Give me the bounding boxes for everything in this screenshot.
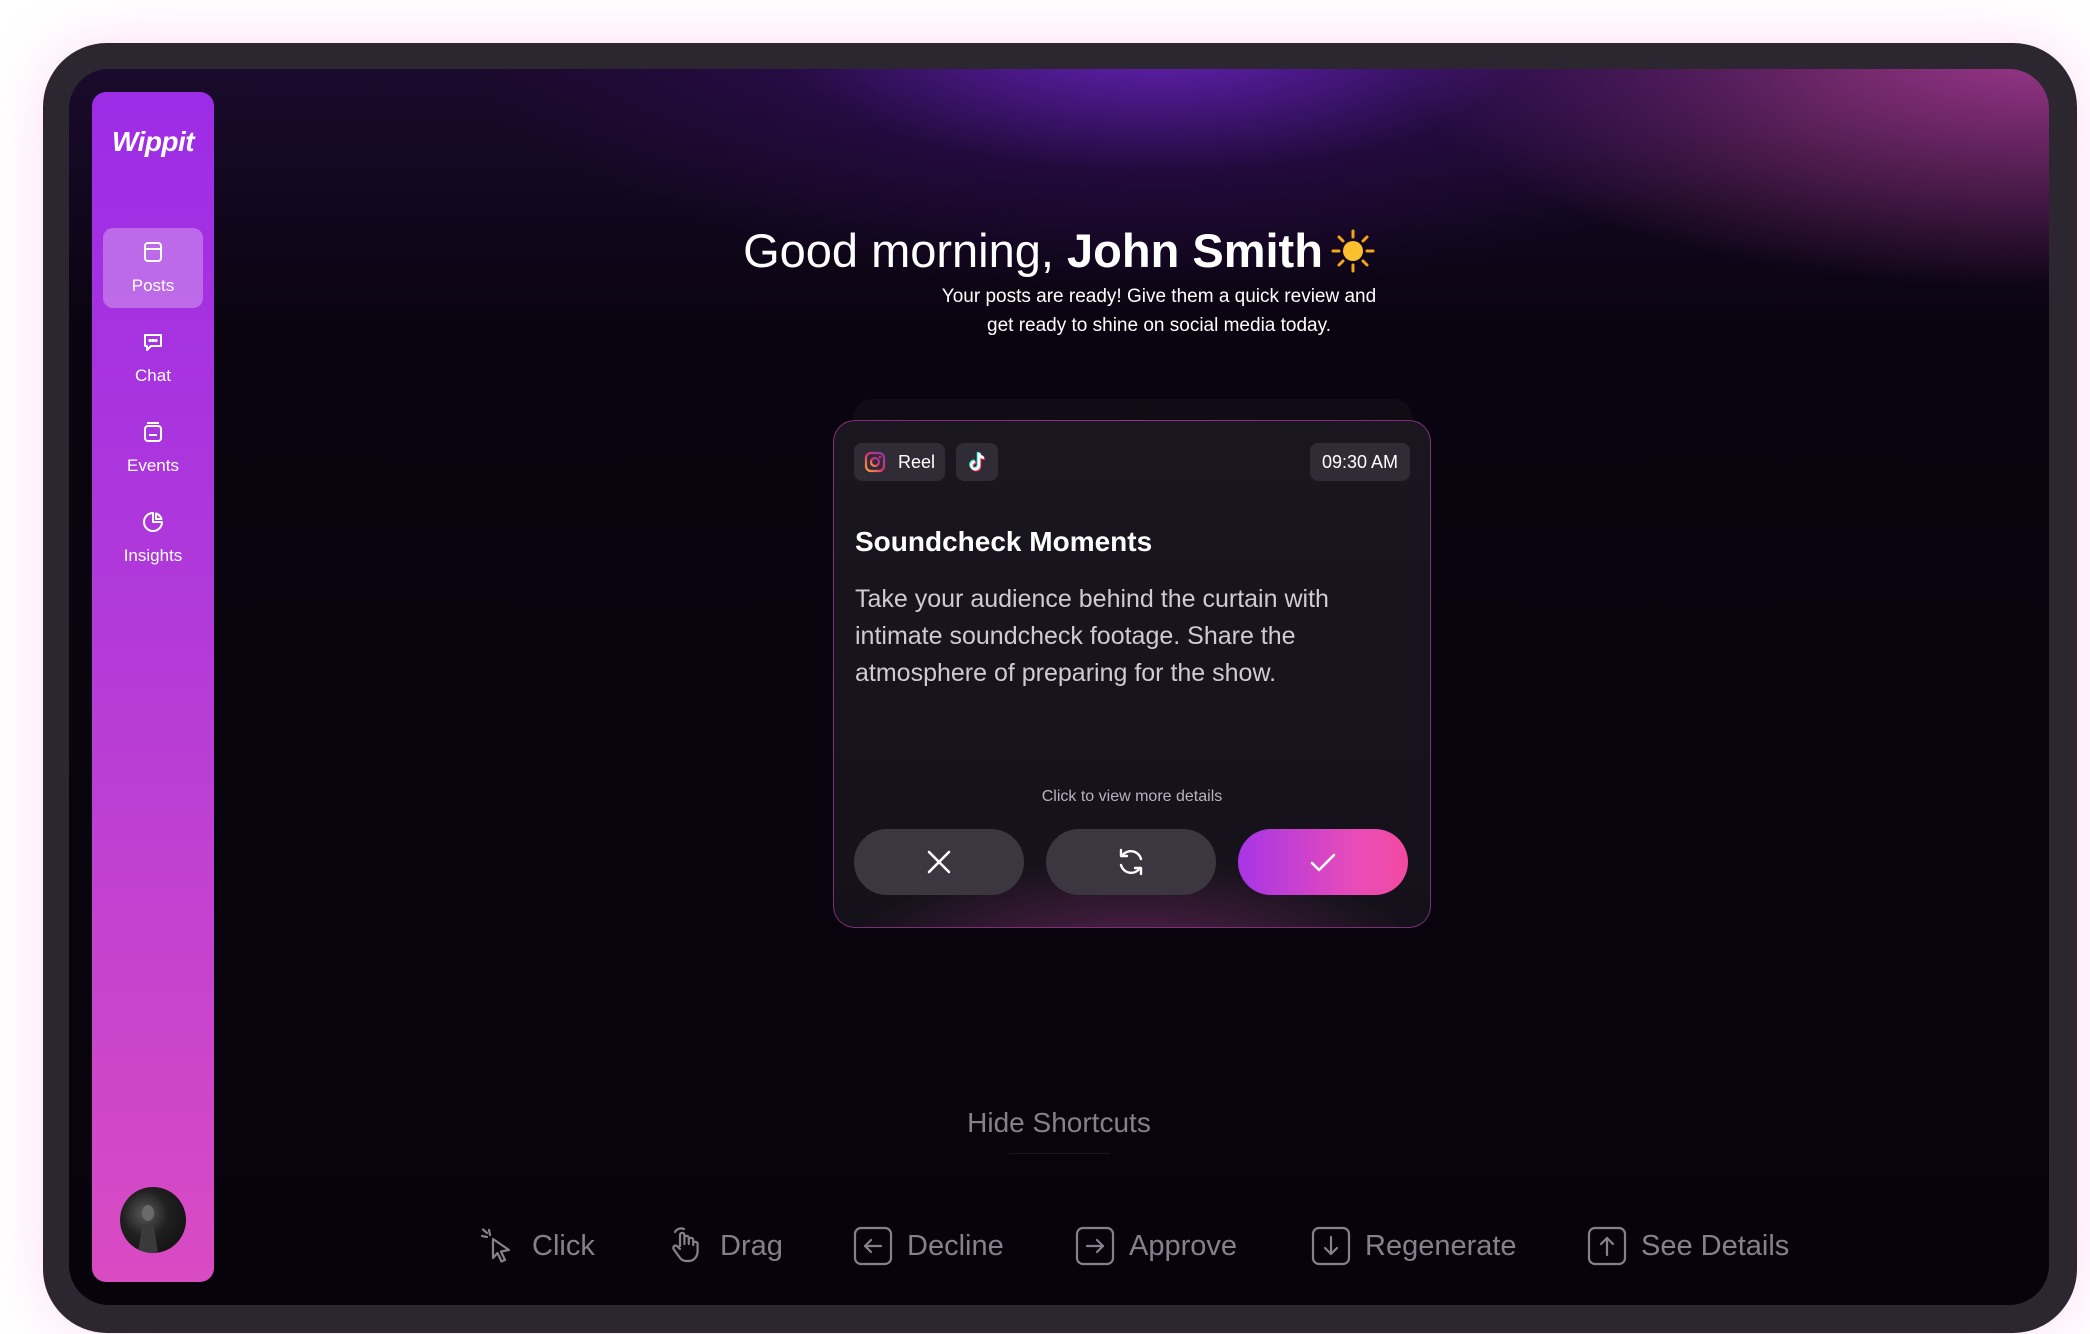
chat-icon	[144, 334, 162, 351]
refresh-icon	[1119, 848, 1143, 876]
sidebar-item-label: Insights	[123, 546, 183, 565]
shortcut-label: Drag	[720, 1230, 783, 1262]
sidebar-item-chat[interactable]: Chat	[103, 318, 203, 398]
divider	[1009, 1153, 1109, 1154]
events-icon	[144, 422, 162, 442]
sidebar-item-label: Chat	[135, 366, 171, 385]
sidebar-item-events[interactable]: Events	[103, 408, 203, 488]
hide-shortcuts-toggle[interactable]: Hide Shortcuts	[69, 1107, 2049, 1139]
sidebar-item-insights[interactable]: Insights	[103, 498, 203, 578]
view-details-hint[interactable]: Click to view more details	[834, 788, 1430, 806]
user-name: John Smith	[1067, 224, 1323, 277]
sidebar-item-label: Events	[127, 456, 179, 475]
arrow-down-key-icon	[1311, 1226, 1351, 1266]
arrow-right-key-icon	[1075, 1226, 1115, 1266]
sun-icon	[1331, 229, 1375, 273]
tiktok-icon	[969, 451, 986, 472]
post-description-line: intimate soundcheck footage. Share the	[855, 622, 1296, 650]
shortcut-approve: Approve	[1075, 1226, 1255, 1266]
greeting-subtitle-line: get ready to shine on social media today…	[987, 315, 1331, 336]
approve-button[interactable]	[1238, 829, 1408, 895]
platform-tag-reel: Reel	[854, 443, 945, 481]
platform-tag-tiktok	[956, 443, 998, 481]
instagram-icon	[864, 451, 886, 473]
hand-drag-icon	[672, 1227, 699, 1263]
greeting-prefix: Good morning,	[743, 224, 1054, 277]
arrow-left-key-icon	[853, 1226, 893, 1266]
decline-button[interactable]	[854, 829, 1024, 895]
platform-tag-label: Reel	[898, 452, 936, 472]
close-icon	[927, 850, 951, 874]
app-logo: Wippit	[111, 126, 195, 157]
post-description-line: atmosphere of preparing for the show.	[855, 659, 1277, 687]
greeting-subtitle-line: Your posts are ready! Give them a quick …	[941, 286, 1377, 307]
shortcut-see-details: See Details	[1587, 1226, 1807, 1266]
pointer-click-icon	[480, 1228, 511, 1263]
regenerate-button[interactable]	[1046, 829, 1216, 895]
check-icon	[1310, 853, 1336, 872]
shortcut-regenerate: Regenerate	[1311, 1226, 1531, 1266]
scheduled-time: 09:30 AM	[1310, 443, 1410, 481]
insights-icon	[143, 512, 163, 532]
shortcut-label: Decline	[907, 1230, 1004, 1262]
post-description-line: Take your audience behind the curtain wi…	[855, 585, 1329, 613]
shortcut-label: See Details	[1641, 1230, 1790, 1262]
app-screen: Wippit Posts Chat Events Insights Good m…	[69, 69, 2049, 1305]
post-description: Take your audience behind the curtain wi…	[855, 581, 1375, 692]
shortcut-label: Regenerate	[1365, 1230, 1517, 1262]
shortcut-drag: Drag	[667, 1226, 817, 1266]
greeting-subtitle: Your posts are ready! Give them a quick …	[859, 282, 1459, 340]
arrow-up-key-icon	[1587, 1226, 1627, 1266]
post-card[interactable]: Reel 09:30 AM Soundcheck Moments Take yo…	[833, 420, 1431, 928]
shortcut-label: Approve	[1129, 1230, 1238, 1262]
shortcut-label: Click	[532, 1230, 595, 1262]
user-avatar[interactable]	[120, 1187, 186, 1253]
greeting-heading: Good morning, John Smith	[69, 222, 2049, 280]
post-title: Soundcheck Moments	[855, 526, 1153, 557]
shortcut-click: Click	[479, 1226, 629, 1266]
avatar-silhouette-icon	[138, 1205, 158, 1253]
shortcut-decline: Decline	[853, 1226, 1033, 1266]
